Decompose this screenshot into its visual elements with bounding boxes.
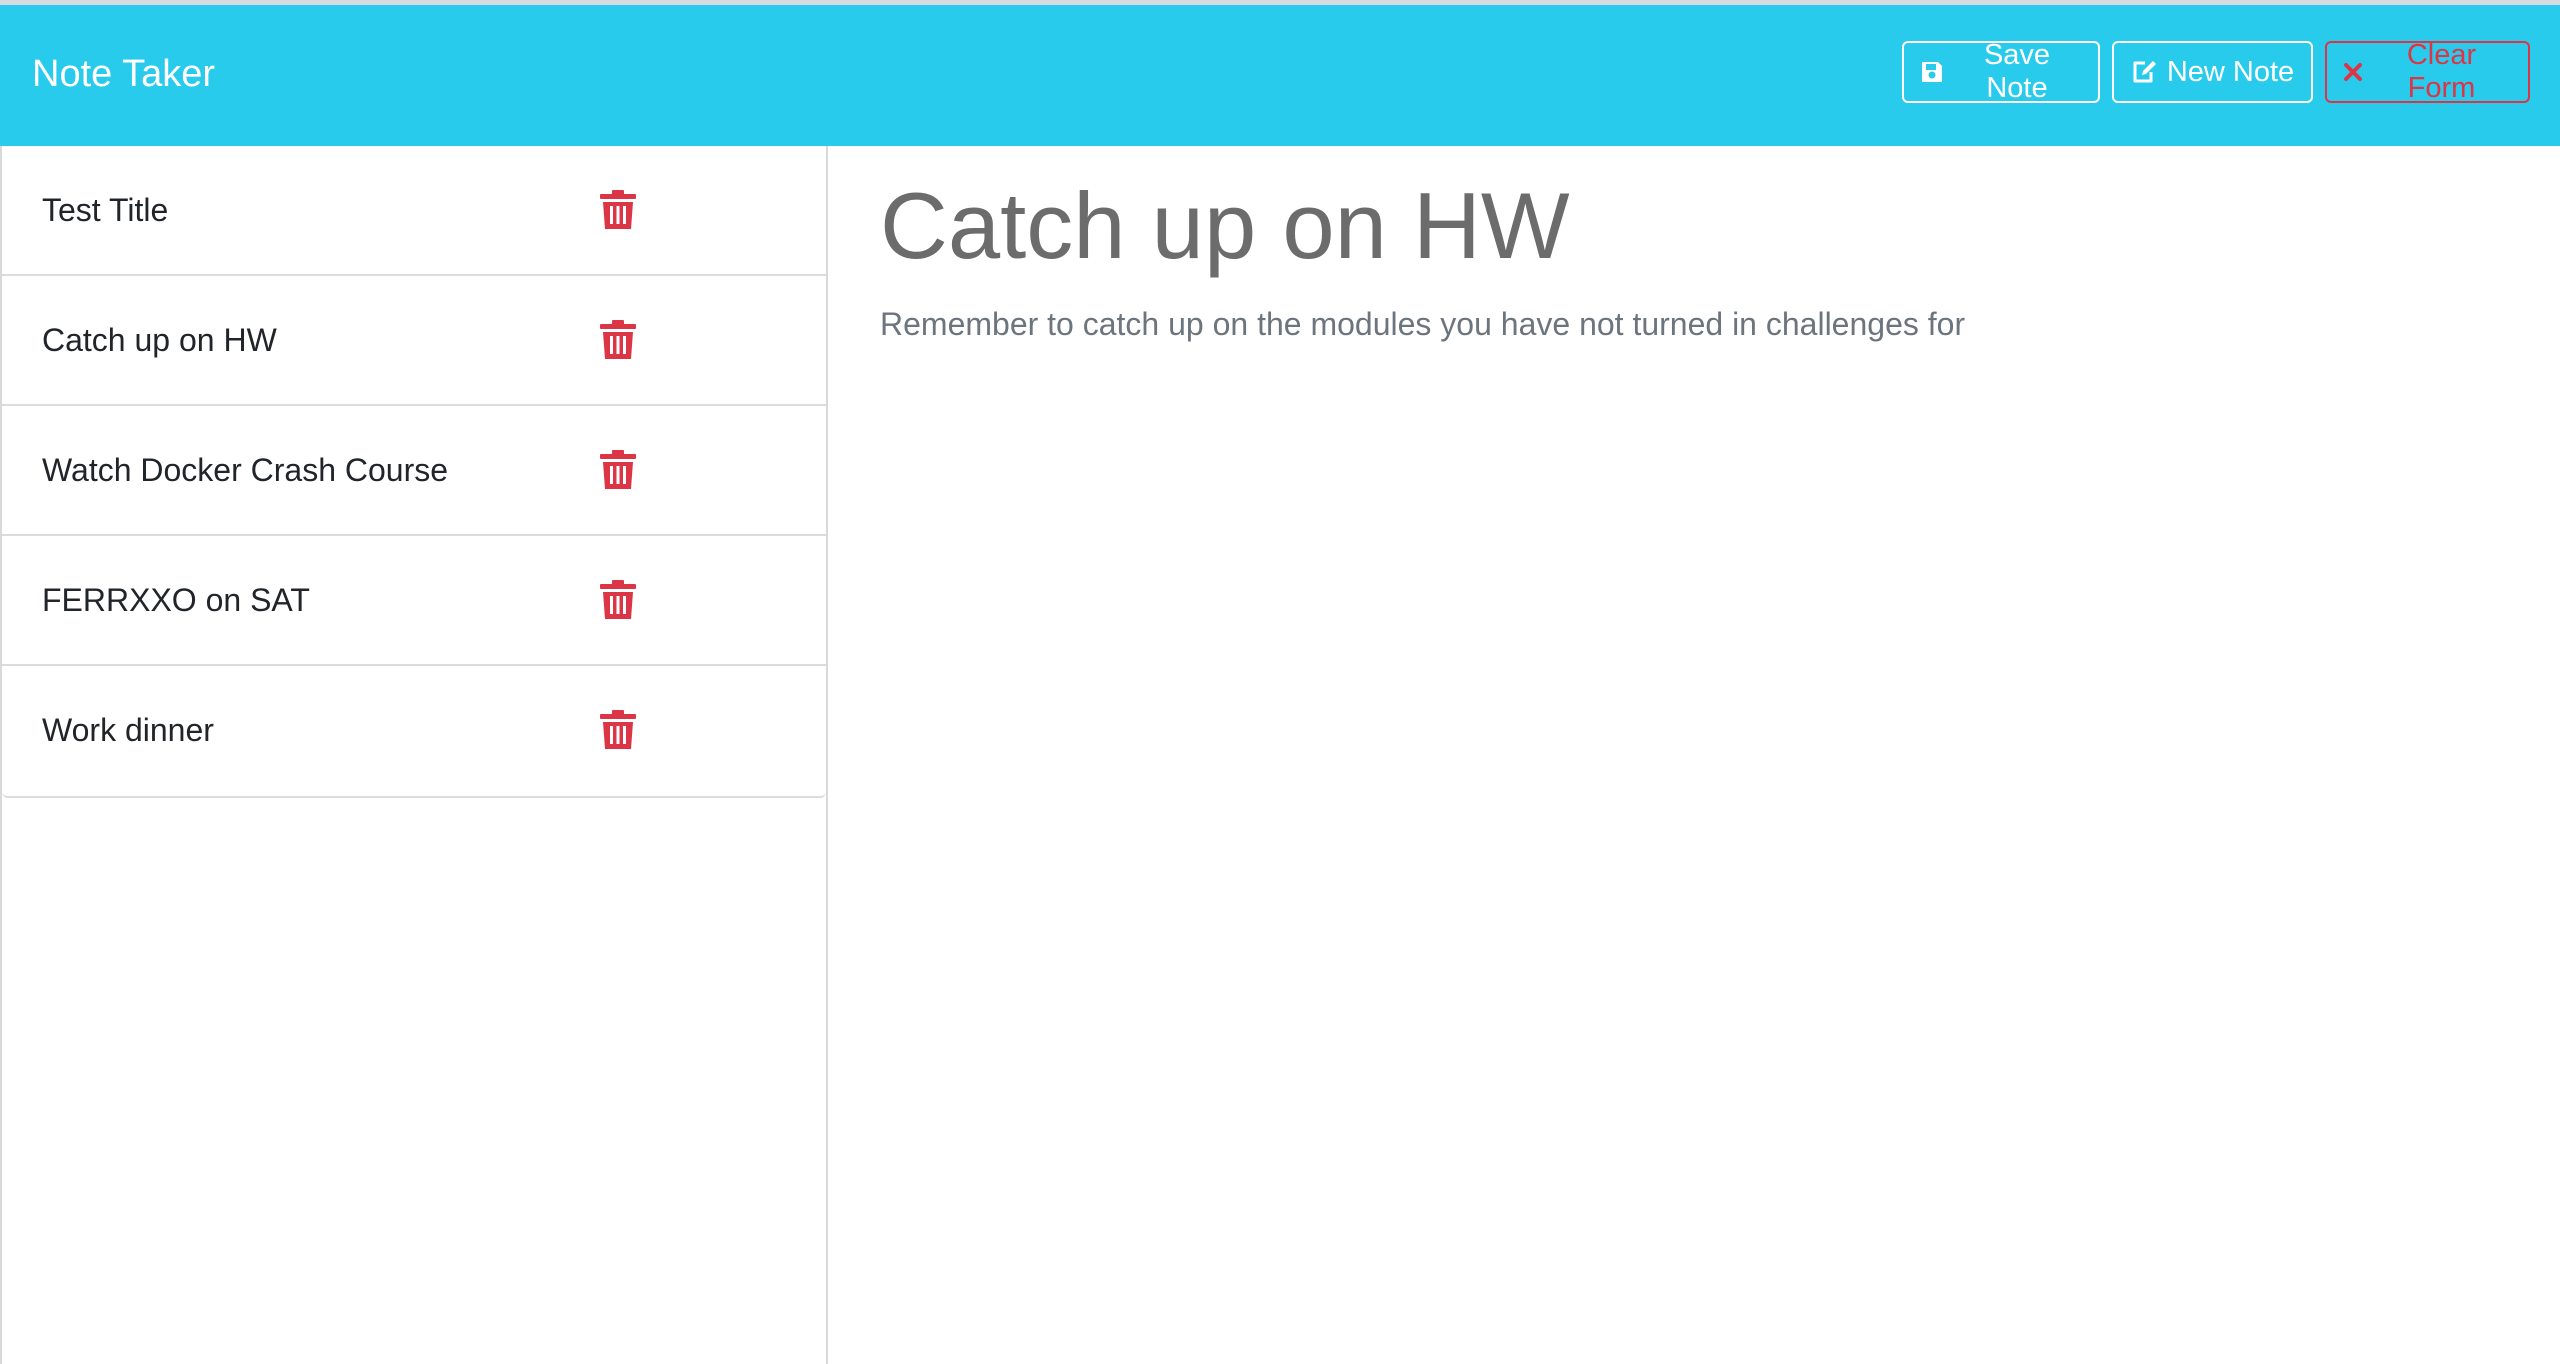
x-mark-icon [2343, 62, 2363, 82]
note-editor: Catch up on HW Remember to catch up on t… [830, 146, 2560, 1364]
list-item[interactable]: Work dinner [2, 666, 826, 796]
note-text-field[interactable]: Remember to catch up on the modules you … [880, 304, 1965, 344]
note-title: Test Title [42, 192, 169, 228]
list-item[interactable]: Watch Docker Crash Course [2, 406, 826, 536]
trash-icon[interactable] [600, 580, 636, 620]
app-title[interactable]: Note Taker [32, 45, 215, 103]
floppy-disk-icon [1920, 60, 1944, 84]
pen-to-square-icon [2131, 59, 2159, 85]
list-item[interactable]: Test Title [2, 146, 826, 276]
new-note-label: New Note [2166, 55, 2295, 88]
save-note-button[interactable]: Save Note [1902, 39, 2100, 104]
notes-sidebar: Test Title Catch up on HW Watch Docker C… [0, 146, 828, 1364]
trash-icon[interactable] [600, 710, 636, 750]
trash-icon[interactable] [600, 320, 636, 360]
note-list: Test Title Catch up on HW Watch Docker C… [2, 146, 826, 798]
list-item[interactable]: FERRXXO on SAT [2, 536, 826, 666]
trash-icon[interactable] [600, 190, 636, 230]
navbar: Note Taker Save Note New Note Clear Form [0, 5, 2560, 146]
note-title: Watch Docker Crash Course [42, 452, 449, 488]
note-title: Work dinner [42, 712, 214, 748]
new-note-button[interactable]: New Note [2112, 41, 2313, 103]
clear-form-label: Clear Form [2406, 39, 2477, 104]
list-item[interactable]: Catch up on HW [2, 276, 826, 406]
trash-icon[interactable] [600, 450, 636, 490]
save-note-label: Save Note [1983, 39, 2051, 104]
note-title-field[interactable]: Catch up on HW [880, 166, 1570, 286]
clear-form-button[interactable]: Clear Form [2325, 39, 2530, 104]
note-title: Catch up on HW [42, 322, 277, 358]
note-title: FERRXXO on SAT [42, 582, 310, 618]
